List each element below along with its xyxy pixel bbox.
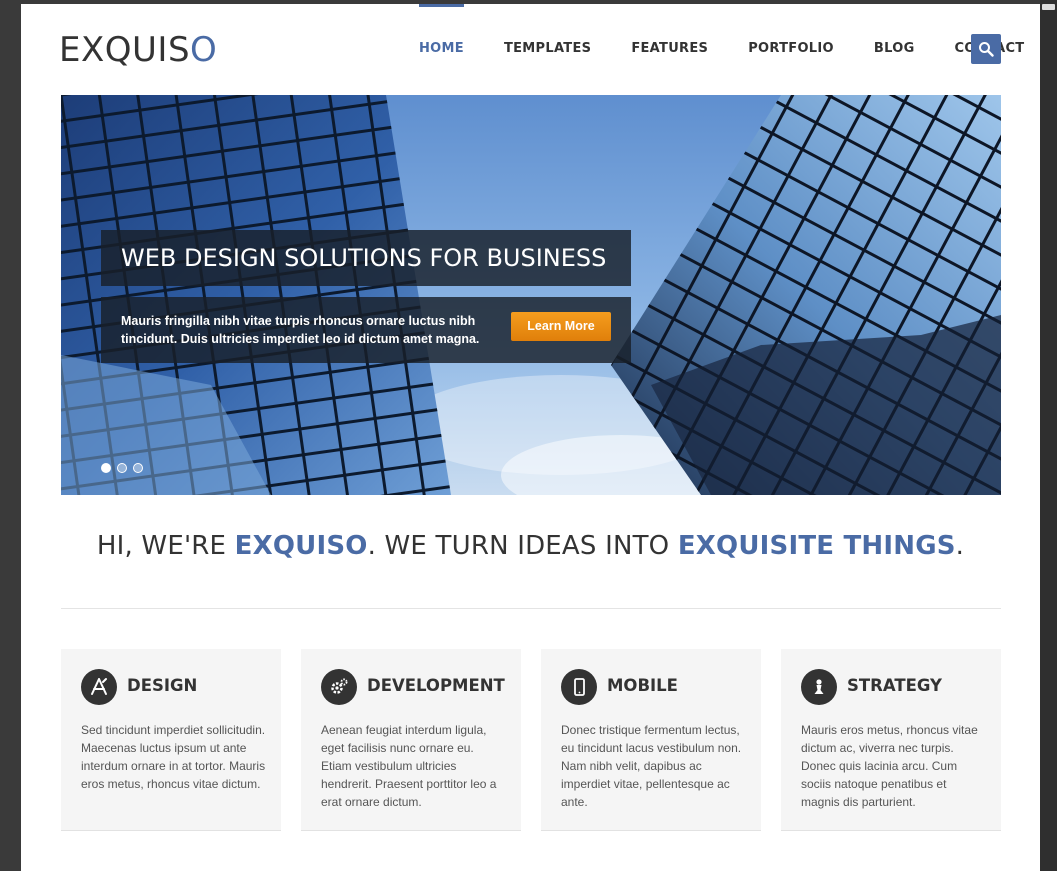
nav-blog[interactable]: BLOG	[854, 4, 935, 84]
feature-text: Donec tristique fermentum lectus, eu tin…	[561, 723, 742, 809]
chess-pawn-icon	[801, 669, 837, 705]
site-logo[interactable]: EXQUISO	[59, 30, 217, 70]
slide-dot-1[interactable]	[101, 463, 111, 473]
feature-text: Aenean feugiat interdum ligula, eget fac…	[321, 723, 497, 809]
tagline: HI, WE'RE EXQUISO. WE TURN IDEAS INTO EX…	[21, 531, 1040, 561]
nav-templates[interactable]: TEMPLATES	[484, 4, 611, 84]
feature-title: DESIGN	[127, 676, 198, 695]
main-nav: HOME TEMPLATES FEATURES PORTFOLIO BLOG C…	[399, 4, 1044, 84]
feature-title: STRATEGY	[847, 676, 942, 695]
slide-dot-2[interactable]	[117, 463, 127, 473]
feature-title: DEVELOPMENT	[367, 676, 505, 695]
mobile-phone-icon	[561, 669, 597, 705]
feature-design: DESIGN Sed tincidunt imperdiet sollicitu…	[61, 649, 281, 831]
slider-pagination	[101, 463, 143, 473]
features-row: DESIGN Sed tincidunt imperdiet sollicitu…	[61, 649, 1001, 831]
hero-image	[61, 95, 1001, 495]
nav-features[interactable]: FEATURES	[611, 4, 728, 84]
learn-more-button[interactable]: Learn More	[511, 312, 611, 341]
tagline-highlight: EXQUISITE THINGS	[677, 531, 956, 561]
nav-home[interactable]: HOME	[399, 4, 484, 84]
search-icon	[979, 42, 994, 57]
hero-title: WEB DESIGN SOLUTIONS FOR BUSINESS	[101, 230, 631, 286]
hero-slider: WEB DESIGN SOLUTIONS FOR BUSINESS Mauris…	[61, 95, 1001, 495]
window-scrollbar[interactable]	[1040, 0, 1057, 871]
page: EXQUISO HOME TEMPLATES FEATURES PORTFOLI…	[21, 4, 1040, 871]
nav-portfolio[interactable]: PORTFOLIO	[728, 4, 854, 84]
tagline-prefix: HI, WE'RE	[96, 531, 235, 561]
search-button[interactable]	[971, 34, 1001, 64]
tagline-middle: . WE TURN IDEAS INTO	[367, 531, 678, 561]
hero-caption: Mauris fringilla nibh vitae turpis rhonc…	[101, 297, 631, 363]
logo-main: EXQUIS	[59, 30, 191, 70]
feature-development: DEVELOPMENT Aenean feugiat interdum ligu…	[301, 649, 521, 831]
feature-text: Sed tincidunt imperdiet sollicitudin. Ma…	[81, 723, 266, 791]
tagline-suffix: .	[955, 531, 965, 561]
tagline-brand: EXQUISO	[234, 531, 368, 561]
feature-strategy: STRATEGY Mauris eros metus, rhoncus vita…	[781, 649, 1001, 831]
scrollbar-thumb[interactable]	[1042, 4, 1055, 10]
hero-text: Mauris fringilla nibh vitae turpis rhonc…	[121, 314, 480, 346]
logo-accent: O	[190, 30, 218, 70]
app-store-icon	[81, 669, 117, 705]
feature-mobile: MOBILE Donec tristique fermentum lectus,…	[541, 649, 761, 831]
slide-dot-3[interactable]	[133, 463, 143, 473]
feature-title: MOBILE	[607, 676, 678, 695]
divider	[61, 608, 1001, 609]
gears-icon	[321, 669, 357, 705]
feature-text: Mauris eros metus, rhoncus vitae dictum …	[801, 723, 978, 809]
